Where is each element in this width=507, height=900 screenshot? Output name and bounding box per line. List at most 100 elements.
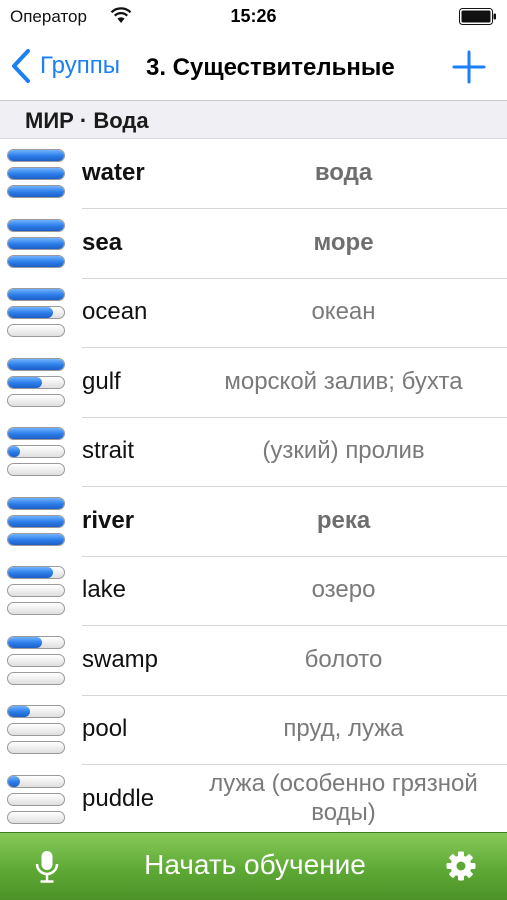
word-term: swamp (82, 645, 159, 673)
progress-fill (8, 497, 64, 509)
progress-fill (8, 289, 64, 300)
learning-progress-indicator (7, 705, 65, 755)
progress-fill (8, 567, 53, 578)
progress-bar (7, 792, 65, 806)
progress-bar (7, 602, 65, 615)
progress-bar (7, 167, 65, 180)
word-translation: пруд, лужа (283, 715, 404, 742)
word-row[interactable]: swamp болото (0, 626, 507, 696)
progress-bar (7, 288, 65, 301)
status-bar: Оператор 15:26 (0, 0, 507, 34)
learning-progress-indicator (7, 357, 65, 408)
progress-bar (7, 723, 65, 736)
section-title: МИР · Вода (25, 108, 149, 133)
word-list: water вода sea море ocean океан gulf морской за… (0, 139, 507, 832)
progress-bar (7, 445, 65, 458)
word-translation: болото (304, 645, 383, 673)
word-translation: озеро (311, 576, 376, 603)
gear-icon[interactable] (445, 850, 477, 882)
progress-fill (8, 307, 53, 318)
progress-fill (8, 219, 64, 231)
word-row[interactable]: sea море (0, 209, 507, 279)
learning-progress-indicator (7, 427, 65, 477)
word-term: water (82, 159, 145, 186)
progress-fill (8, 186, 64, 197)
word-row[interactable]: puddle лужа (особенно грязной воды) (0, 765, 507, 833)
progress-bar (7, 463, 65, 476)
progress-bar (7, 584, 65, 597)
progress-fill (8, 376, 42, 388)
chevron-left-icon (12, 49, 30, 83)
word-translation: океан (311, 298, 376, 325)
word-row[interactable]: strait (узкий) пролив (0, 417, 507, 487)
progress-fill (8, 636, 42, 648)
progress-bar (7, 741, 65, 754)
back-button-label: Группы (40, 52, 120, 79)
word-term: ocean (82, 298, 148, 325)
word-row[interactable]: water вода (0, 139, 507, 209)
progress-fill (8, 150, 64, 161)
word-translation: река (316, 506, 371, 534)
word-row[interactable]: ocean океан (0, 278, 507, 348)
progress-fill (8, 706, 31, 717)
learning-progress-indicator (7, 774, 65, 825)
status-time: 15:26 (230, 6, 277, 26)
progress-bar (7, 705, 65, 718)
progress-bar (7, 306, 65, 319)
learning-progress-indicator (7, 288, 65, 338)
word-term: puddle (82, 784, 155, 812)
progress-bar (7, 185, 65, 198)
learning-progress-indicator (7, 149, 65, 199)
word-row[interactable]: pool пруд, лужа (0, 695, 507, 765)
navigation-bar: Группы 3. Существительные (0, 34, 507, 101)
progress-fill (8, 775, 21, 787)
progress-bar (7, 427, 65, 440)
progress-bar (7, 236, 65, 250)
progress-fill (8, 358, 64, 370)
progress-bar (7, 357, 65, 371)
word-term: strait (82, 437, 135, 464)
learning-progress-indicator (7, 496, 65, 547)
progress-fill (8, 428, 64, 439)
word-row[interactable]: gulf морской залив; бухта (0, 348, 507, 418)
word-translation: море (313, 228, 374, 256)
bottom-toolbar: Начать обучение (0, 832, 507, 900)
progress-fill (8, 446, 21, 457)
section-header: МИР · Вода (0, 101, 507, 139)
progress-bar (7, 218, 65, 232)
word-row[interactable]: lake озеро (0, 556, 507, 626)
battery-icon (459, 8, 496, 25)
progress-bar (7, 635, 65, 649)
progress-bar (7, 671, 65, 685)
progress-bar (7, 566, 65, 579)
word-translation: вода (314, 159, 373, 186)
start-learning-button[interactable]: Начать обучение (100, 849, 410, 881)
word-row[interactable]: river река (0, 487, 507, 557)
progress-bar (7, 324, 65, 337)
progress-bar (7, 254, 65, 268)
progress-fill (8, 255, 64, 267)
back-button[interactable]: Группы (10, 46, 120, 86)
plus-icon[interactable] (451, 49, 487, 85)
word-term: lake (82, 576, 127, 603)
word-translation: (узкий) пролив (262, 437, 425, 464)
progress-fill (8, 237, 64, 249)
word-term: river (82, 506, 135, 534)
microphone-icon[interactable] (34, 850, 60, 884)
progress-fill (8, 533, 64, 545)
learning-progress-indicator (7, 566, 65, 616)
progress-bar (7, 393, 65, 407)
progress-bar (7, 774, 65, 788)
progress-fill (8, 168, 64, 179)
word-term: gulf (82, 367, 121, 395)
progress-fill (8, 515, 64, 527)
learning-progress-indicator (7, 635, 65, 686)
progress-bar (7, 653, 65, 667)
progress-bar (7, 514, 65, 528)
word-term: pool (82, 715, 128, 742)
word-term: sea (82, 228, 123, 256)
learning-progress-indicator (7, 218, 65, 269)
progress-bar (7, 532, 65, 546)
progress-bar (7, 149, 65, 162)
word-translation: лужа (особенно грязной воды) (209, 769, 478, 826)
